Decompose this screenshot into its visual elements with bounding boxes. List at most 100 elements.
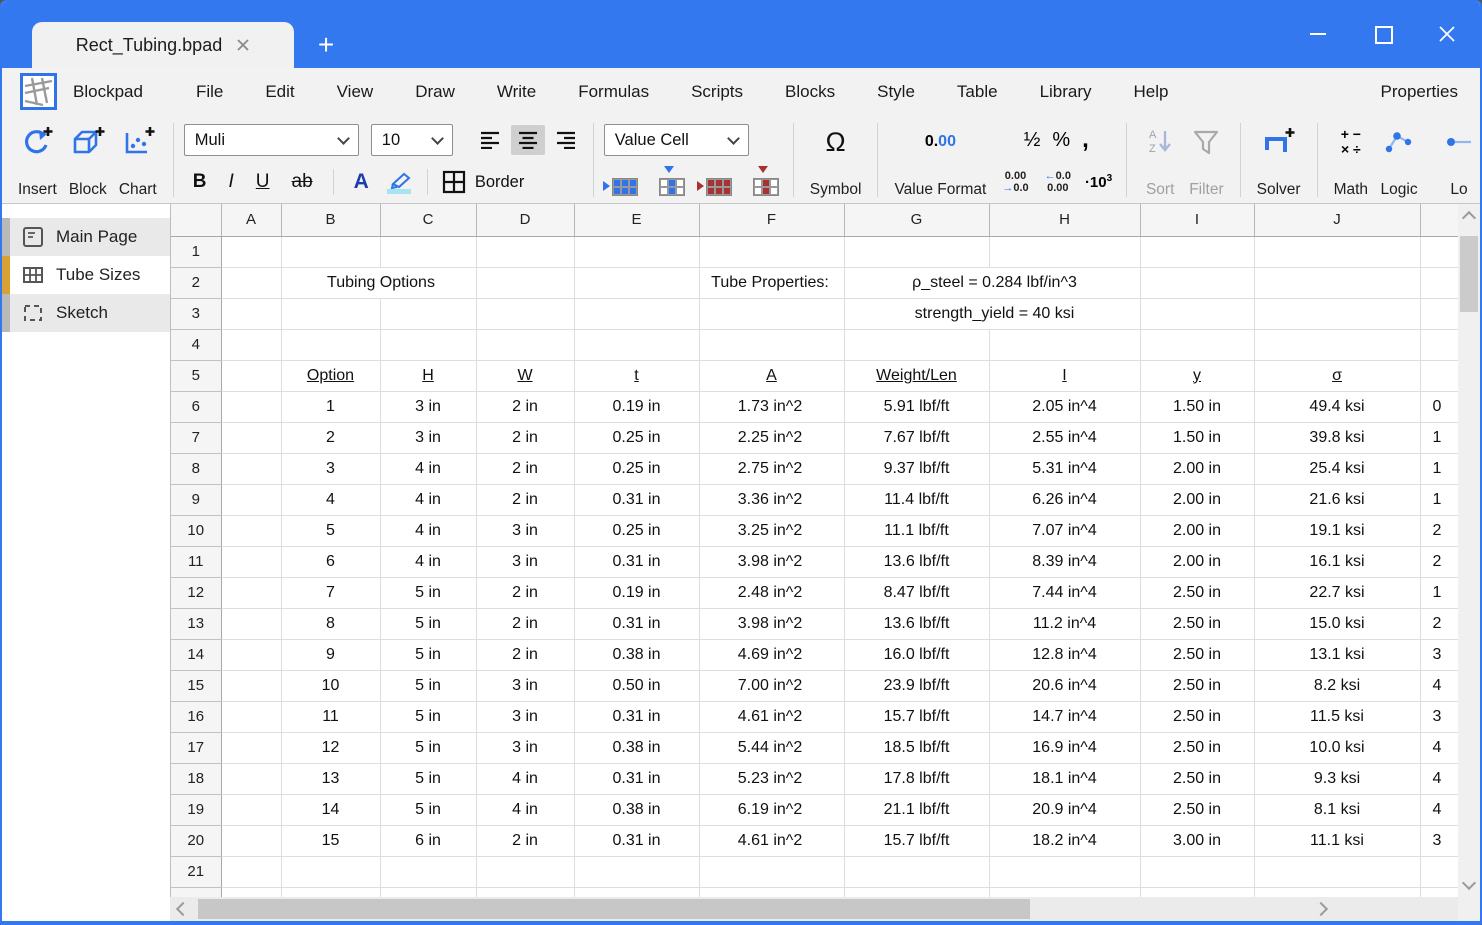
data-cell[interactable]: 4 in: [380, 484, 476, 515]
column-header-D[interactable]: D: [476, 204, 574, 236]
column-header-E[interactable]: E: [574, 204, 699, 236]
insert-column-button[interactable]: [651, 168, 689, 196]
data-cell[interactable]: 21.6 ksi: [1254, 484, 1420, 515]
data-cell[interactable]: 7.67 lbf/ft: [844, 422, 989, 453]
table-header-cell[interactable]: y: [1140, 360, 1254, 391]
cell[interactable]: [476, 267, 574, 298]
italic-button[interactable]: I: [220, 171, 243, 193]
data-cell[interactable]: 3 in: [476, 732, 574, 763]
data-cell[interactable]: 2.50 in: [1140, 577, 1254, 608]
cell[interactable]: [221, 732, 281, 763]
increase-decimals-button[interactable]: ←0.0 0.00: [1039, 170, 1077, 194]
data-cell[interactable]: 3.98 in^2: [699, 608, 844, 639]
cell[interactable]: [574, 298, 699, 329]
data-cell[interactable]: 8.47 lbf/ft: [844, 577, 989, 608]
row-header-15[interactable]: 15: [171, 670, 221, 701]
data-cell[interactable]: 13.6 lbf/ft: [844, 608, 989, 639]
data-cell[interactable]: 2.50 in: [1140, 639, 1254, 670]
row-header-16[interactable]: 16: [171, 701, 221, 732]
cell-type-select[interactable]: Value Cell: [604, 124, 749, 156]
cell[interactable]: [476, 329, 574, 360]
data-cell[interactable]: 7.44 in^4: [989, 577, 1140, 608]
cell[interactable]: [380, 329, 476, 360]
data-cell[interactable]: 6: [281, 546, 380, 577]
decrease-decimals-button[interactable]: 0.00 →0.0: [996, 170, 1034, 194]
table-header-cell[interactable]: σ: [1254, 360, 1420, 391]
cell[interactable]: [989, 856, 1140, 887]
strikethrough-button[interactable]: ab: [283, 171, 322, 193]
cell[interactable]: [844, 329, 989, 360]
data-cell[interactable]: 0.31 in: [574, 546, 699, 577]
column-header-G[interactable]: G: [844, 204, 989, 236]
data-cell[interactable]: 2.48 in^2: [699, 577, 844, 608]
data-cell[interactable]: 20.9 in^4: [989, 794, 1140, 825]
cell[interactable]: [476, 236, 574, 267]
sidebar-item-tube-sizes[interactable]: Tube Sizes: [2, 256, 170, 294]
cell[interactable]: [221, 763, 281, 794]
data-cell[interactable]: 5: [281, 515, 380, 546]
underline-button[interactable]: U: [247, 171, 279, 193]
data-cell[interactable]: 2.50 in: [1140, 670, 1254, 701]
data-cell[interactable]: 15.7 lbf/ft: [844, 701, 989, 732]
row-header-7[interactable]: 7: [171, 422, 221, 453]
data-cell[interactable]: 3 in: [476, 670, 574, 701]
data-cell[interactable]: 8.2 ksi: [1254, 670, 1420, 701]
data-cell[interactable]: 5 in: [380, 639, 476, 670]
data-cell[interactable]: 4 in: [380, 515, 476, 546]
row-header-17[interactable]: 17: [171, 732, 221, 763]
cell[interactable]: [1254, 329, 1420, 360]
data-cell[interactable]: 3 in: [476, 515, 574, 546]
data-cell[interactable]: 2.50 in: [1140, 608, 1254, 639]
cell[interactable]: [574, 887, 699, 897]
cell[interactable]: [989, 236, 1140, 267]
data-cell[interactable]: 15.7 lbf/ft: [844, 825, 989, 856]
data-cell[interactable]: 11: [281, 701, 380, 732]
data-cell[interactable]: 5 in: [380, 701, 476, 732]
row-header-13[interactable]: 13: [171, 608, 221, 639]
data-cell[interactable]: 8.1 ksi: [1254, 794, 1420, 825]
menu-item-edit[interactable]: Edit: [244, 82, 315, 102]
delete-column-button[interactable]: [745, 168, 783, 196]
data-cell[interactable]: 5 in: [380, 732, 476, 763]
row-header-2[interactable]: 2: [171, 267, 221, 298]
cell[interactable]: [221, 670, 281, 701]
cell[interactable]: [221, 794, 281, 825]
menu-item-view[interactable]: View: [316, 82, 395, 102]
menu-item-scripts[interactable]: Scripts: [670, 82, 764, 102]
data-cell-clipped[interactable]: 1: [1420, 453, 1458, 484]
row-header-21[interactable]: 21: [171, 856, 221, 887]
row-header-14[interactable]: 14: [171, 639, 221, 670]
column-header-F[interactable]: F: [699, 204, 844, 236]
column-header-I[interactable]: I: [1140, 204, 1254, 236]
data-cell[interactable]: 0.25 in: [574, 515, 699, 546]
menu-item-formulas[interactable]: Formulas: [557, 82, 670, 102]
data-cell[interactable]: 19.1 ksi: [1254, 515, 1420, 546]
cell[interactable]: [1420, 236, 1458, 267]
row-header-1[interactable]: 1: [171, 236, 221, 267]
data-cell-clipped[interactable]: 2: [1420, 515, 1458, 546]
data-cell[interactable]: 4 in: [476, 794, 574, 825]
data-cell[interactable]: 4.69 in^2: [699, 639, 844, 670]
font-color-button[interactable]: A: [345, 170, 378, 194]
column-header-A[interactable]: A: [221, 204, 281, 236]
cell[interactable]: [221, 546, 281, 577]
data-cell[interactable]: 21.1 lbf/ft: [844, 794, 989, 825]
data-cell[interactable]: 10.0 ksi: [1254, 732, 1420, 763]
data-cell[interactable]: 2 in: [476, 453, 574, 484]
cell[interactable]: [844, 887, 989, 897]
cell[interactable]: [989, 329, 1140, 360]
data-cell-clipped[interactable]: 2: [1420, 546, 1458, 577]
filter-button[interactable]: Filter: [1183, 119, 1229, 201]
data-cell[interactable]: 11.5 ksi: [1254, 701, 1420, 732]
cell[interactable]: [844, 236, 989, 267]
percent-format-button[interactable]: %: [1052, 129, 1070, 152]
cell[interactable]: [221, 360, 281, 391]
menu-item-write[interactable]: Write: [476, 82, 557, 102]
data-cell-clipped[interactable]: 0: [1420, 391, 1458, 422]
data-cell[interactable]: 18.5 lbf/ft: [844, 732, 989, 763]
horizontal-scrollbar[interactable]: [170, 897, 1458, 921]
properties-label-cell[interactable]: Tube Properties:: [699, 267, 844, 298]
cell[interactable]: [221, 887, 281, 897]
data-cell[interactable]: 5 in: [380, 670, 476, 701]
row-header-19[interactable]: 19: [171, 794, 221, 825]
